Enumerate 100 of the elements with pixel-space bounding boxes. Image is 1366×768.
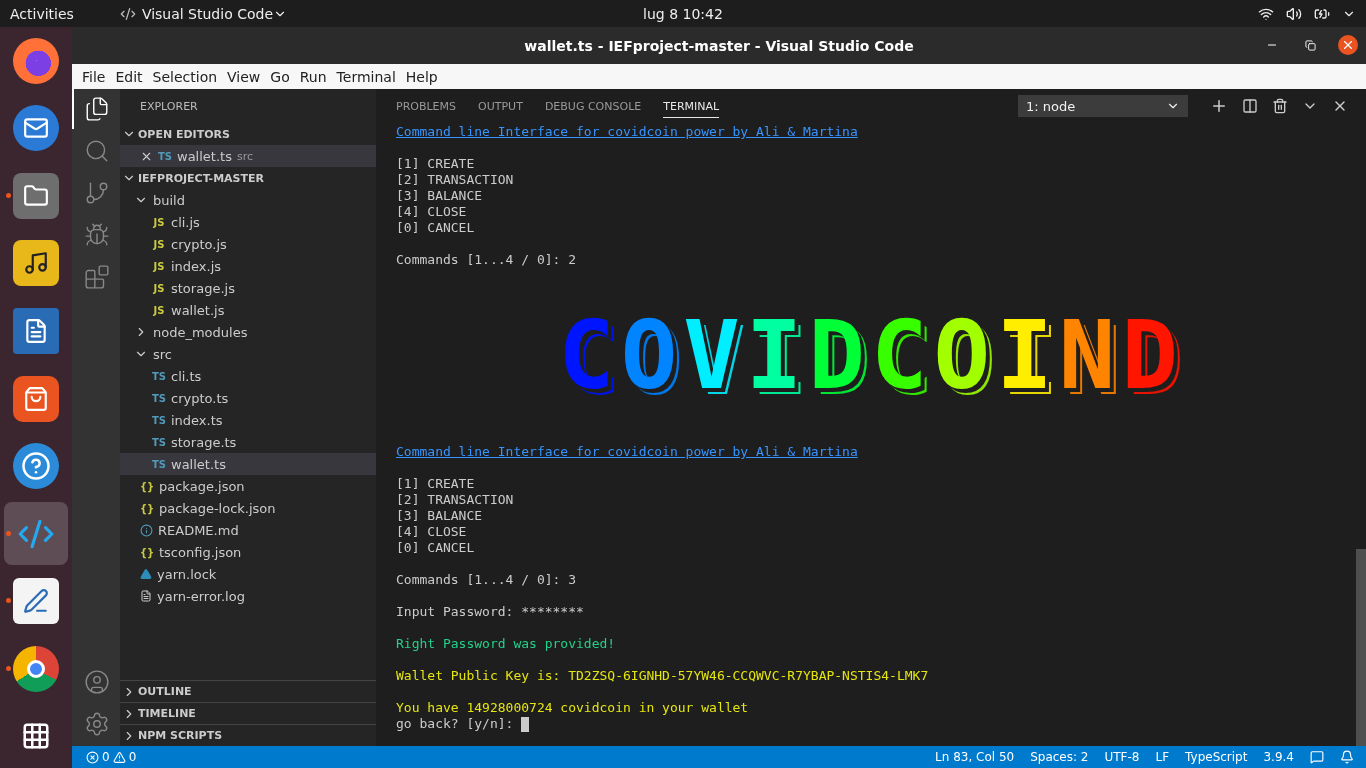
file-name: tsconfig.json [159,544,242,560]
file-name: wallet.js [171,302,225,318]
scrollbar[interactable] [1356,549,1366,746]
file-name: README.md [158,522,239,538]
bell-icon[interactable] [1340,750,1354,764]
tree-item[interactable]: build [120,189,376,211]
menu-item[interactable]: Terminal [331,68,401,85]
terminal-link[interactable]: Command line Interface for covidcoin power by Ali & Martina [396,124,858,139]
running-dot [6,665,11,671]
running-dot [6,598,11,604]
file-type-label: {} [140,480,154,492]
file-type-label: JS [152,282,166,294]
terminal-line: go back? [y/n]: [396,716,514,731]
terminal-line: [0] CANCEL [396,540,475,555]
feedback-icon[interactable] [1310,750,1324,764]
menu-item[interactable]: Run [294,68,332,85]
menu-item[interactable]: File [77,68,111,85]
warning-count[interactable]: 0 [128,750,137,764]
file-name: package.json [159,478,245,494]
file-name: build [153,192,185,208]
volume-icon[interactable] [1286,5,1302,22]
terminal-line: [1] CREATE [396,476,475,491]
menu-item[interactable]: View [222,68,266,85]
terminal-line: Input Password: ******** [396,604,584,619]
menu-item[interactable]: Help [400,68,443,85]
terminal-line: [1] CREATE [396,156,475,171]
terminal-line: Wallet Public Key is: TD2ZSQ-6IGNHD-57YW46-CCQWVC-R7YBAP-NSTIS4-LMK7 [396,668,929,683]
file-name: cli.js [171,214,200,230]
menu-item[interactable]: Selection [147,68,223,85]
settings-icon[interactable] [84,711,110,737]
file-name: yarn.lock [157,566,217,582]
tree-item[interactable]: yarn.lock [120,563,376,585]
close-button[interactable] [1338,35,1358,55]
file-name: storage.ts [171,434,237,450]
status-item[interactable]: Ln 83, Col 50 [935,750,1015,764]
status-item[interactable]: LF [1155,750,1170,764]
sidebar-title: EXPLORER [140,99,198,113]
panel-tab[interactable]: OUTPUT [478,94,523,118]
files-icon [84,96,110,122]
tree-item[interactable]: README.md [120,519,376,541]
clock[interactable]: lug 8 10:42 [643,5,723,22]
terminal-line: Commands [1...4 / 0]: 3 [396,572,576,587]
tree-item[interactable]: JS wallet.js [120,299,376,321]
tree-item[interactable]: {} package-lock.json [120,497,376,519]
file-type-label: TS [152,414,166,426]
warning-icon[interactable] [112,750,126,764]
account-icon[interactable] [84,669,110,695]
section-header[interactable]: OUTLINE [120,680,376,702]
menu-item[interactable]: Edit [110,68,148,85]
section-header[interactable]: TIMELINE [120,702,376,724]
file-type-label: TS [152,436,166,448]
speaker-icon [13,240,59,287]
tree-item[interactable]: JS crypto.js [120,233,376,255]
panel-tab[interactable]: DEBUG CONSOLE [544,94,642,118]
tree-item[interactable]: TS storage.ts [120,431,376,453]
tree-item[interactable]: JS storage.js [120,277,376,299]
menu-item[interactable]: Go [265,68,295,85]
status-item[interactable]: UTF-8 [1104,750,1140,764]
status-item[interactable]: TypeScript [1185,750,1248,764]
status-item[interactable]: 3.9.4 [1263,750,1294,764]
tree-item[interactable]: node_modules [120,321,376,343]
bug-icon [84,222,110,248]
tree-item[interactable]: {} package.json [120,475,376,497]
help-icon [13,443,59,490]
activities-button[interactable]: Activities [10,5,74,22]
tree-item[interactable]: TS index.ts [120,409,376,431]
browser-icon [13,37,59,84]
app-menu[interactable]: Visual Studio Code [141,5,273,22]
pencil-icon [13,578,59,625]
panel-tab[interactable]: PROBLEMS [396,94,457,118]
tree-item[interactable]: src [120,343,376,365]
tree-item[interactable]: TS cli.ts [120,365,376,387]
tree-item[interactable]: {} tsconfig.json [120,541,376,563]
tree-item[interactable]: JS cli.js [120,211,376,233]
section-header[interactable]: IEFPROJECT-MASTER [120,167,376,189]
store-icon [13,375,59,422]
folder-hint: src [236,149,253,163]
error-count[interactable]: 0 [102,750,110,764]
tree-item[interactable]: JS index.js [120,255,376,277]
terminal-line: Right Password was provided! [396,636,616,651]
panel-tab[interactable]: TERMINAL [663,94,720,118]
file-name: index.js [171,258,222,274]
tree-item[interactable]: yarn-error.log [120,585,376,607]
tree-item[interactable]: TS crypto.ts [120,387,376,409]
terminal-line: Commands [1...4 / 0]: 2 [396,252,576,267]
file-type-label: TS [158,150,172,162]
error-icon[interactable] [86,750,99,764]
terminal-select[interactable]: 1: node [1018,95,1188,117]
status-item[interactable]: Spaces: 2 [1030,750,1089,764]
open-editor-item[interactable]: TS wallet.ts src [120,145,376,167]
file-type-label: TS [152,458,166,470]
file-name: crypto.ts [171,390,229,406]
section-header[interactable]: OPEN EDITORS [120,123,376,145]
tree-item[interactable]: TS wallet.ts [120,453,376,475]
file-name: yarn-error.log [157,588,245,604]
terminal-link[interactable]: Command line Interface for covidcoin power by Ali & Martina [396,444,858,459]
trash-icon[interactable] [1272,98,1288,114]
split-icon[interactable] [1242,98,1258,114]
add-icon[interactable] [1210,97,1228,115]
yarn-icon [140,568,152,580]
